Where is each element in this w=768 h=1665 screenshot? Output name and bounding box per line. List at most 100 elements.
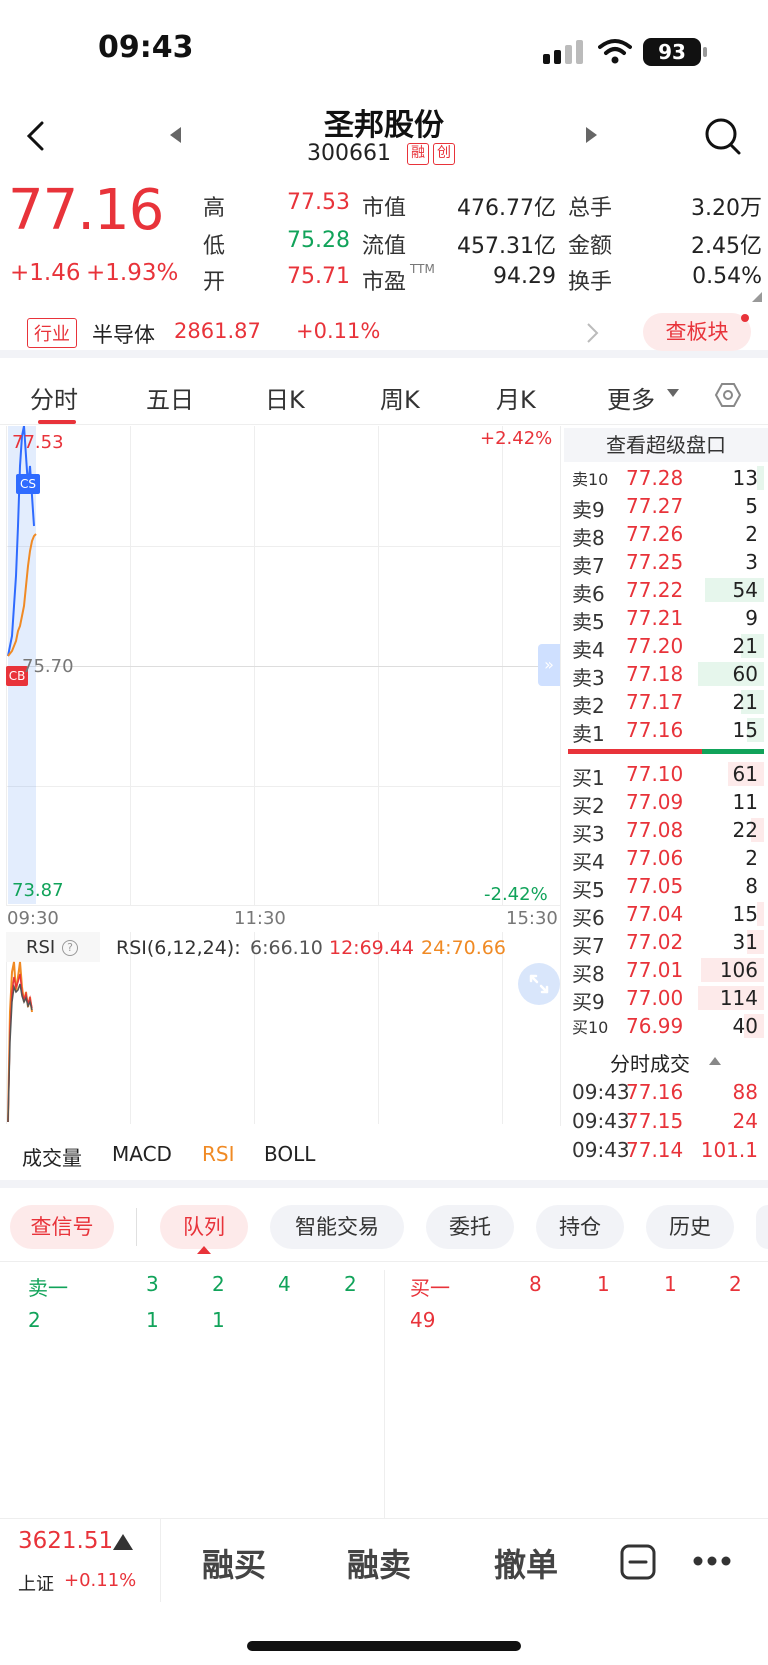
index-value[interactable]: 3621.51 <box>18 1528 113 1554</box>
ask-row[interactable]: 卖4 77.20 21 <box>564 632 768 662</box>
tab-history[interactable]: 历史 <box>646 1205 734 1249</box>
bid-level-label: 买3 <box>572 822 605 846</box>
float-cap-label: 流值 <box>362 234 407 259</box>
section-divider <box>0 1180 768 1188</box>
next-stock-icon[interactable] <box>585 126 599 144</box>
index-name: 上证 <box>18 1574 54 1595</box>
buy-one-label: 买一 <box>410 1276 450 1300</box>
search-icon[interactable] <box>704 117 742 157</box>
indicator-volume[interactable]: 成交量 <box>22 1142 82 1171</box>
float-cap-value: 457.31亿 <box>457 234 556 259</box>
bid-row[interactable]: 买7 77.02 31 <box>564 928 768 958</box>
ask-volume: 15 <box>732 718 758 742</box>
minimize-icon[interactable] <box>620 1544 656 1580</box>
rsi12-value: 12:69.44 <box>329 937 414 959</box>
indicator-rsi[interactable]: RSI <box>202 1142 235 1166</box>
cs-marker[interactable]: CS <box>16 474 40 494</box>
bid-price: 77.05 <box>626 874 684 898</box>
bid-row[interactable]: 买5 77.05 8 <box>564 872 768 902</box>
time-mid: 11:30 <box>234 908 286 929</box>
ask-level-label: 卖9 <box>572 498 605 522</box>
bid-row[interactable]: 买8 77.01 106 <box>564 956 768 986</box>
ask-row[interactable]: 卖9 77.27 5 <box>564 492 768 522</box>
bid-level-label: 买7 <box>572 934 605 958</box>
dropdown-icon[interactable] <box>666 388 680 398</box>
collapse-panel-handle[interactable]: » <box>538 644 560 686</box>
ask-level-label: 卖8 <box>572 526 605 550</box>
bid-row[interactable]: 买1 77.10 61 <box>564 760 768 790</box>
help-icon[interactable]: ? <box>62 940 78 956</box>
signal-button[interactable]: 查信号 <box>10 1205 114 1249</box>
tab-entrust[interactable]: 委托 <box>426 1205 514 1249</box>
ticks-title[interactable]: 分时成交 <box>610 1048 690 1077</box>
tick-price: 77.16 <box>626 1080 684 1104</box>
price-low-label: 73.87 <box>12 880 64 901</box>
ask-price: 77.17 <box>626 690 684 714</box>
margin-buy-button[interactable]: 融买 <box>202 1540 266 1586</box>
bid-volume: 8 <box>745 874 758 898</box>
bid-row[interactable]: 买6 77.04 15 <box>564 900 768 930</box>
bid-price: 77.08 <box>626 818 684 842</box>
chevron-right-icon[interactable] <box>586 322 600 344</box>
tab-five-day[interactable]: 五日 <box>146 380 194 415</box>
ask-volume: 21 <box>732 634 758 658</box>
bid-price: 77.02 <box>626 930 684 954</box>
tab-monthly-k[interactable]: 月K <box>496 380 536 415</box>
ask-price: 77.28 <box>626 466 684 490</box>
intraday-chart[interactable]: CS CB 77.53 75.70 73.87 +2.42% -2.42% » <box>6 426 560 906</box>
bid-volume: 61 <box>732 762 758 786</box>
tab-daily-k[interactable]: 日K <box>265 380 305 415</box>
ask-row[interactable]: 卖5 77.21 9 <box>564 604 768 634</box>
bid-price: 77.09 <box>626 790 684 814</box>
indicator-macd[interactable]: MACD <box>112 1142 172 1166</box>
bid-volume: 11 <box>732 790 758 814</box>
bid-volume-bar <box>757 902 764 926</box>
fullscreen-icon[interactable] <box>517 962 561 1006</box>
tick-time: 09:43 <box>572 1109 630 1133</box>
bid-volume: 22 <box>732 818 758 842</box>
ask-row[interactable]: 卖10 77.28 13 <box>564 464 768 492</box>
view-board-button[interactable]: 查板块 <box>643 313 751 351</box>
tab-overflow[interactable] <box>756 1205 768 1249</box>
settings-hexagon-icon[interactable] <box>714 381 742 409</box>
ask-level-label: 卖3 <box>572 666 605 690</box>
bid-row[interactable]: 买10 76.99 40 <box>564 1012 768 1040</box>
rsi-lines <box>7 961 33 1123</box>
ask-level-label: 卖7 <box>572 554 605 578</box>
ask-row[interactable]: 卖2 77.17 21 <box>564 688 768 718</box>
tab-more[interactable]: 更多 <box>607 380 655 415</box>
sell-queue-4: 2 <box>344 1272 357 1296</box>
ask-row[interactable]: 卖8 77.26 2 <box>564 520 768 550</box>
indicator-boll[interactable]: BOLL <box>264 1142 315 1166</box>
home-indicator[interactable] <box>247 1641 521 1651</box>
tab-queue[interactable]: 队列 <box>160 1205 248 1249</box>
bid-row[interactable]: 买4 77.06 2 <box>564 844 768 874</box>
tab-intraday[interactable]: 分时 <box>30 380 78 415</box>
industry-index: 2861.87 <box>174 319 261 343</box>
tab-position[interactable]: 持仓 <box>536 1205 624 1249</box>
stock-code: 300661 <box>307 141 391 166</box>
time-end: 15:30 <box>506 908 558 929</box>
bid-row[interactable]: 买3 77.08 22 <box>564 816 768 846</box>
bid-row[interactable]: 买9 77.00 114 <box>564 984 768 1014</box>
tab-weekly-k[interactable]: 周K <box>380 380 420 415</box>
price-high-label: 77.53 <box>12 432 64 453</box>
ask-volume-bar <box>757 466 764 490</box>
more-icon[interactable] <box>692 1555 732 1567</box>
rsi-panel[interactable] <box>0 932 560 1124</box>
bid-row[interactable]: 买2 77.09 11 <box>564 788 768 818</box>
super-book-button[interactable]: 查看超级盘口 <box>564 428 768 462</box>
battery-cap <box>703 47 707 57</box>
ask-row[interactable]: 卖1 77.16 15 <box>564 716 768 746</box>
sell-queue-1: 3 <box>146 1272 159 1296</box>
bid-volume: 40 <box>732 1014 758 1038</box>
cancel-order-button[interactable]: 撤单 <box>494 1540 558 1586</box>
ask-row[interactable]: 卖3 77.18 60 <box>564 660 768 690</box>
ask-row[interactable]: 卖6 77.22 54 <box>564 576 768 606</box>
expand-corner-icon[interactable] <box>752 292 762 302</box>
ask-row[interactable]: 卖7 77.25 3 <box>564 548 768 578</box>
collapse-ticks-icon[interactable] <box>708 1056 722 1066</box>
margin-sell-button[interactable]: 融卖 <box>347 1540 411 1586</box>
tab-smart-trade[interactable]: 智能交易 <box>270 1205 404 1249</box>
index-change: +0.11% <box>64 1570 137 1591</box>
